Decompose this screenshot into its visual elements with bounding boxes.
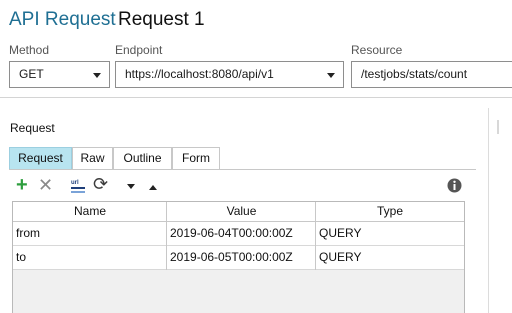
tab-form[interactable]: Form — [172, 147, 220, 169]
endpoint-select[interactable]: https://localhost:8080/api/v1 — [115, 61, 344, 88]
method-value: GET — [19, 67, 44, 81]
column-separator — [315, 202, 316, 270]
tab-raw[interactable]: Raw — [72, 147, 113, 169]
parameters-grid: Name Value Type from 2019-06-04T00:00:00… — [12, 201, 465, 313]
right-panel-edge — [497, 120, 499, 134]
app-label: API Request — [9, 9, 116, 30]
chevron-down-icon — [93, 73, 101, 78]
table-cell-name[interactable]: to — [13, 246, 167, 270]
table-cell-name[interactable]: from — [13, 222, 167, 246]
table-cell-value[interactable]: 2019-06-05T00:00:00Z — [167, 246, 316, 270]
column-separator — [166, 202, 167, 270]
tab-strip-line — [9, 169, 476, 170]
tab-outline[interactable]: Outline — [113, 147, 172, 169]
tab-request[interactable]: Request — [9, 147, 72, 169]
header-divider — [0, 97, 512, 98]
method-label: Method — [9, 43, 50, 57]
move-down-icon[interactable] — [126, 179, 136, 197]
resource-value: /testjobs/stats/count — [361, 67, 468, 81]
resource-input[interactable]: /testjobs/stats/count — [351, 61, 512, 88]
column-header-name[interactable]: Name — [13, 202, 167, 222]
add-icon[interactable]: + — [16, 175, 28, 195]
column-header-type[interactable]: Type — [316, 202, 464, 222]
svg-text:url: url — [71, 180, 79, 186]
resource-label: Resource — [351, 43, 403, 57]
request-section-label: Request — [10, 121, 55, 135]
delete-icon[interactable]: ✕ — [38, 176, 53, 194]
url-encode-icon[interactable]: url — [69, 177, 87, 194]
table-cell-type[interactable]: QUERY — [316, 246, 464, 270]
info-icon[interactable] — [447, 178, 462, 198]
table-cell-value[interactable]: 2019-06-04T00:00:00Z — [167, 222, 316, 246]
method-select[interactable]: GET — [9, 61, 110, 88]
panel-splitter[interactable] — [488, 108, 489, 313]
table-cell-type[interactable]: QUERY — [316, 222, 464, 246]
endpoint-label: Endpoint — [115, 43, 163, 57]
column-header-value[interactable]: Value — [167, 202, 316, 222]
chevron-down-icon — [327, 73, 335, 78]
page-title: Request 1 — [118, 9, 205, 30]
endpoint-value: https://localhost:8080/api/v1 — [125, 67, 274, 81]
move-up-icon[interactable] — [148, 179, 158, 197]
refresh-icon[interactable]: ⟳ — [93, 175, 108, 193]
